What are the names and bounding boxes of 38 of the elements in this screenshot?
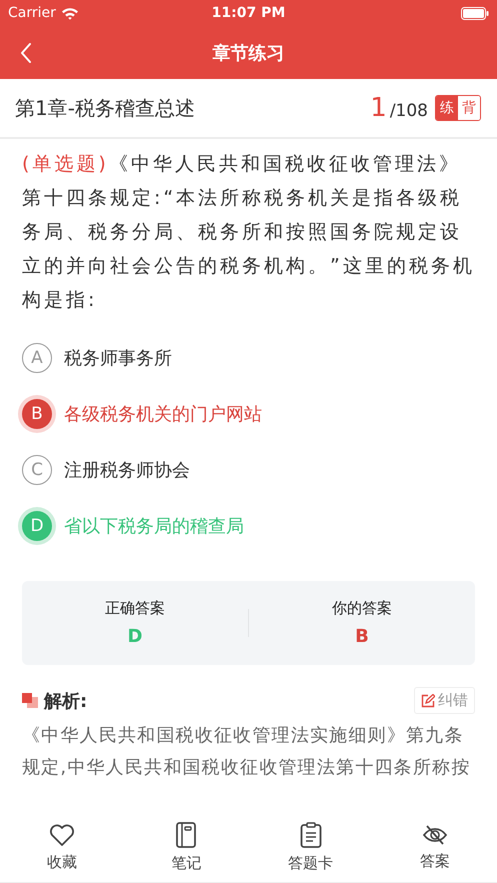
answer-option[interactable]: B 各级税务机关的门户网站 — [22, 397, 475, 431]
tab-bar-item[interactable]: 笔记 — [124, 812, 248, 882]
status-time: 11:07 PM — [212, 5, 286, 21]
option-letter: C — [22, 455, 52, 485]
answer-option[interactable]: C 注册税务师协会 — [22, 453, 475, 487]
correct-answer-label: 正确答案 — [105, 599, 165, 618]
carrier-name: Carrier — [8, 5, 56, 21]
analysis-title: 解析: — [44, 690, 88, 712]
your-answer: B — [355, 626, 369, 647]
chapter-title: 第1章-税务稽查总述 — [15, 94, 195, 122]
your-answer-label: 你的答案 — [332, 599, 392, 618]
correct-answer: D — [128, 626, 142, 647]
squares-icon — [22, 693, 38, 708]
battery-icon — [461, 6, 489, 20]
option-text: 注册税务师协会 — [64, 459, 190, 482]
clipboard-icon — [300, 822, 322, 848]
mode-tab[interactable]: 练 — [436, 96, 458, 120]
option-text: 省以下税务局的稽查局 — [64, 515, 244, 538]
tab-bar-item[interactable]: 答案 — [372, 812, 497, 882]
edit-icon — [421, 694, 435, 708]
option-text: 税务师事务所 — [64, 347, 172, 370]
notebook-icon — [175, 822, 198, 848]
option-letter: B — [22, 399, 52, 429]
question-total: /108 — [390, 101, 428, 121]
answer-option[interactable]: A 税务师事务所 — [22, 341, 475, 375]
heart-icon — [49, 822, 76, 846]
option-letter: A — [22, 343, 52, 373]
option-letter: D — [22, 511, 52, 541]
wifi-icon — [60, 6, 79, 20]
option-text: 各级税务机关的门户网站 — [64, 403, 262, 426]
question-number: 1 — [370, 93, 387, 123]
analysis-text: 《中华人民共和国税收征收管理法实施细则》第九条规定,中华人民共和国税收征收管理法第十四条所称按 — [22, 724, 472, 780]
tab-bar-item[interactable]: 答题卡 — [248, 812, 373, 882]
back-icon[interactable] — [20, 42, 32, 64]
nav-title: 章节练习 — [212, 42, 284, 64]
tab-bar-item[interactable]: 收藏 — [0, 812, 124, 882]
eye-off-icon — [422, 824, 448, 846]
question-text: (单选题)《中华人民共和国税收征收管理法》第十四条规定:“本法所称税务机关是指各级税务局、税务分局、税务所和按照国务院规定设立的并向社会公告的税务机构。”这里的税务机构是指: — [22, 152, 475, 313]
